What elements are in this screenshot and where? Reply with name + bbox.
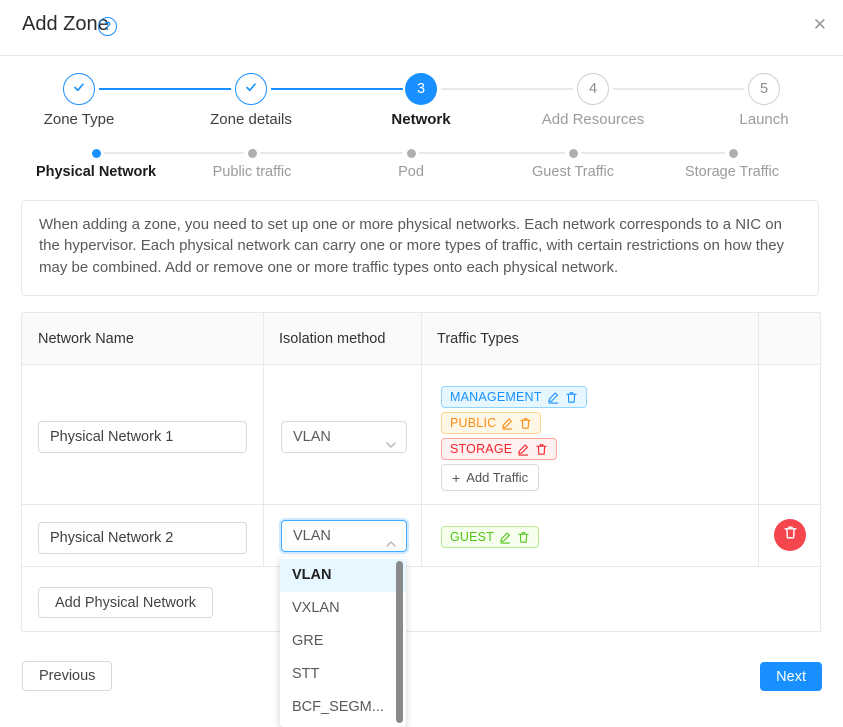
substep-guest-traffic-label: Guest Traffic	[532, 164, 614, 180]
row-divider	[22, 504, 820, 505]
column-divider	[263, 313, 264, 566]
step-network-label: Network	[391, 111, 450, 128]
modal-title: Add Zone	[22, 13, 109, 36]
step-zone-details-indicator	[235, 73, 267, 105]
dropdown-option-stt[interactable]: STT	[280, 658, 406, 691]
isolation-method-dropdown: VLAN VXLAN GRE STT BCF_SEGM...	[280, 557, 406, 727]
substep-public-traffic-dot	[248, 149, 257, 158]
substep-connector	[581, 152, 725, 154]
add-traffic-button[interactable]: + Add Traffic	[441, 464, 539, 491]
trash-icon[interactable]	[517, 531, 530, 544]
step-zone-type-indicator	[63, 73, 95, 105]
substep-connector	[104, 152, 244, 154]
isolation-method-select-1[interactable]: VLAN	[281, 421, 407, 453]
traffic-tag-management: MANAGEMENT	[441, 386, 587, 408]
step-zone-type-label: Zone Type	[44, 111, 115, 128]
check-icon	[71, 79, 87, 99]
chevron-down-icon	[385, 432, 397, 444]
traffic-tag-guest: GUEST	[441, 526, 539, 548]
substep-physical-network-dot	[92, 149, 101, 158]
substep-pod-dot	[407, 149, 416, 158]
dropdown-option-vlan[interactable]: VLAN	[280, 559, 406, 592]
step-launch-indicator: 5	[748, 73, 780, 105]
step-launch-label: Launch	[739, 111, 788, 128]
check-icon	[243, 79, 259, 99]
select-value: VLAN	[293, 429, 331, 445]
step-connector	[613, 88, 744, 90]
step-connector	[441, 88, 573, 90]
edit-icon[interactable]	[517, 443, 530, 456]
network-name-input-1[interactable]	[38, 421, 247, 453]
dropdown-option-gre[interactable]: GRE	[280, 625, 406, 658]
trash-icon[interactable]	[535, 443, 548, 456]
trash-icon	[783, 525, 798, 545]
previous-button[interactable]: Previous	[22, 661, 112, 691]
dropdown-option-bcf-segment[interactable]: BCF_SEGM...	[280, 691, 406, 724]
select-value: VLAN	[293, 528, 331, 544]
traffic-tag-label: MANAGEMENT	[450, 390, 542, 404]
trash-icon[interactable]	[565, 391, 578, 404]
substep-guest-traffic-dot	[569, 149, 578, 158]
plus-icon: +	[452, 470, 460, 486]
column-divider	[758, 313, 759, 566]
delete-network-button[interactable]	[774, 519, 806, 551]
step-connector	[271, 88, 403, 90]
substep-storage-traffic-dot	[729, 149, 738, 158]
chevron-up-icon	[385, 531, 397, 543]
column-header-network-name: Network Name	[38, 313, 134, 365]
step-network-indicator: 3	[405, 73, 437, 105]
traffic-tag-public: PUBLIC	[441, 412, 541, 434]
isolation-method-select-2[interactable]: VLAN	[281, 520, 407, 552]
traffic-tag-storage: STORAGE	[441, 438, 557, 460]
step-add-resources-label: Add Resources	[542, 111, 645, 128]
add-traffic-label: Add Traffic	[466, 470, 528, 485]
step-add-resources-indicator: 4	[577, 73, 609, 105]
edit-icon[interactable]	[547, 391, 560, 404]
dropdown-option-vxlan[interactable]: VXLAN	[280, 592, 406, 625]
substep-pod-label: Pod	[398, 164, 424, 180]
trash-icon[interactable]	[519, 417, 532, 430]
substep-physical-network-label: Physical Network	[36, 164, 156, 180]
substep-storage-traffic-label: Storage Traffic	[685, 164, 779, 180]
substep-public-traffic-label: Public traffic	[213, 164, 292, 180]
traffic-tag-label: PUBLIC	[450, 416, 496, 430]
close-icon[interactable]: ✕	[813, 16, 827, 33]
next-button[interactable]: Next	[760, 662, 822, 691]
substep-connector	[260, 152, 403, 154]
edit-icon[interactable]	[501, 417, 514, 430]
network-name-input-2[interactable]	[38, 522, 247, 554]
info-text: When adding a zone, you need to set up o…	[22, 201, 818, 291]
traffic-tags-row-1: MANAGEMENT PUBLIC STORAGE + Add Traffic	[441, 386, 587, 491]
traffic-tags-row-2: GUEST	[441, 526, 539, 548]
column-header-isolation-method: Isolation method	[279, 313, 385, 365]
add-physical-network-button[interactable]: Add Physical Network	[38, 587, 213, 618]
substep-connector	[419, 152, 565, 154]
column-header-traffic-types: Traffic Types	[437, 313, 519, 365]
column-divider	[421, 313, 422, 566]
info-box: When adding a zone, you need to set up o…	[21, 200, 819, 296]
step-zone-details-label: Zone details	[210, 111, 292, 128]
step-connector	[99, 88, 231, 90]
traffic-tag-label: STORAGE	[450, 442, 512, 456]
traffic-tag-label: GUEST	[450, 530, 494, 544]
dropdown-scrollbar-thumb[interactable]	[396, 561, 403, 723]
edit-icon[interactable]	[499, 531, 512, 544]
row-divider	[22, 566, 820, 567]
physical-networks-table: Network Name Isolation method Traffic Ty…	[21, 312, 821, 632]
modal-header: Add Zone ? ✕	[0, 0, 843, 56]
help-icon[interactable]: ?	[98, 17, 117, 36]
